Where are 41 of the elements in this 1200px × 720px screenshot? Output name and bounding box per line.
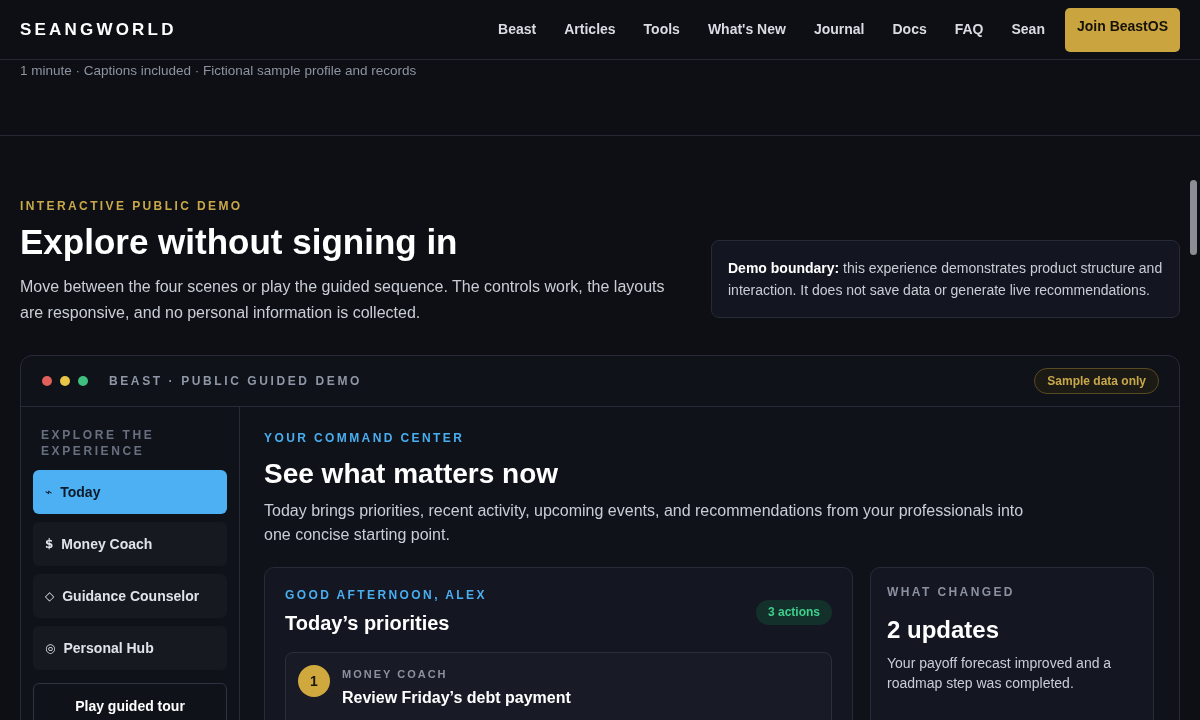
scene-tab[interactable]: ◇ Guidance Counselor xyxy=(33,574,227,618)
panel-heading: See what matters now xyxy=(264,457,560,491)
card-title: Today’s priorities xyxy=(285,611,451,635)
sidebar-heading: EXPLORE THE EXPERIENCE xyxy=(40,427,156,459)
priority-category: MONEY COACH xyxy=(342,668,449,681)
scene-icon: ⌁ xyxy=(45,486,53,498)
card-eyebrow: WHAT CHANGED xyxy=(887,585,1016,599)
demo-boundary-notice: Demo boundary: this experience demonstrates product structure and interaction. It does not save data or generate live recommendations. xyxy=(711,240,1180,318)
actions-count-badge: 3 actions xyxy=(755,600,832,625)
video-details-text: 1 minute · Captions included · Fictional sample profile and records xyxy=(20,62,418,80)
scene-icon: $ xyxy=(45,538,54,550)
scene-tab[interactable]: ◎ Personal Hub xyxy=(33,626,227,670)
nav-link[interactable]: Beast xyxy=(484,19,551,40)
section-description: Move between the four scenes or play the guided sequence. The controls work, the layouts are responsive, and no personal information is collected. xyxy=(20,277,666,323)
nav-link[interactable]: Tools xyxy=(629,19,694,40)
priority-title: Review Friday’s debt payment xyxy=(342,688,571,708)
step-number: 1 xyxy=(298,665,330,697)
greeting-text: GOOD AFTERNOON, ALEX xyxy=(285,588,487,602)
brand-logo[interactable]: SEANGWORLD xyxy=(20,16,177,43)
scene-tab[interactable]: ⌁ Today xyxy=(33,470,227,514)
scene-icon: ◎ xyxy=(45,642,56,654)
nav-link[interactable]: Articles xyxy=(550,19,630,40)
scene-tab[interactable]: $ Money Coach xyxy=(33,522,227,566)
panel-eyebrow: YOUR COMMAND CENTER xyxy=(264,431,466,445)
demo-title: BEAST · PUBLIC GUIDED DEMO xyxy=(109,373,362,390)
section-eyebrow: INTERACTIVE PUBLIC DEMO xyxy=(20,199,244,213)
window-dots-icon xyxy=(42,376,88,386)
nav-link[interactable]: Docs xyxy=(878,19,941,40)
panel-description: Today brings priorities, recent activity, upcoming events, and recommendations from your professionals into one concise starting point. xyxy=(264,501,1025,545)
nav-link[interactable]: Sean xyxy=(997,19,1065,40)
scene-icon: ◇ xyxy=(45,590,55,602)
play-tour-button[interactable]: Play guided tour xyxy=(33,683,227,720)
join-button[interactable]: Join BeastOS xyxy=(1064,7,1180,52)
nav-link[interactable]: FAQ xyxy=(940,19,998,40)
nav-link[interactable]: What's New xyxy=(693,19,800,40)
sample-data-badge: Sample data only xyxy=(1034,368,1159,394)
scrollbar-thumb[interactable] xyxy=(1190,180,1197,255)
card-text: Your payoff forecast improved and a roadmap step was completed. xyxy=(887,654,1113,693)
section-heading: Explore without signing in xyxy=(20,222,459,262)
nav-link[interactable]: Journal xyxy=(799,19,879,40)
card-title: 2 updates xyxy=(887,615,1001,645)
